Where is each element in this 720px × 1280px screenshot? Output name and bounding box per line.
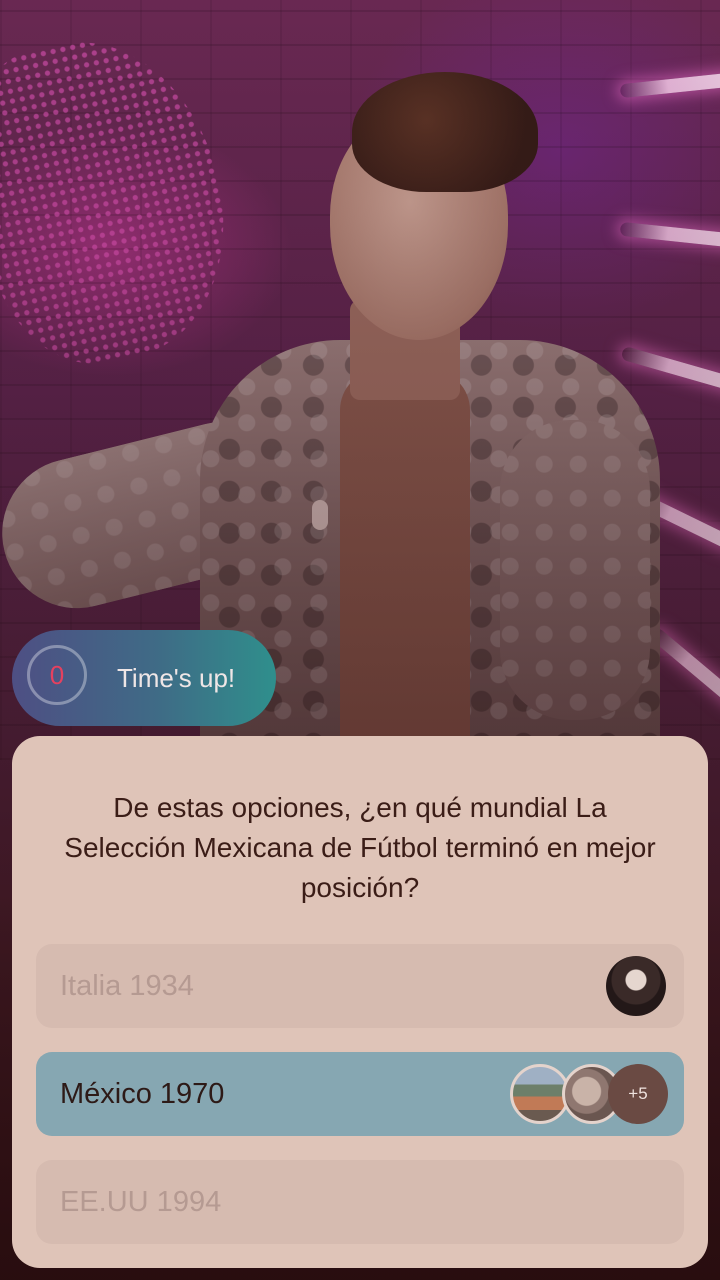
countdown-number: 0 (49, 659, 65, 690)
answer-option-label: EE.UU 1994 (60, 1186, 222, 1218)
timer-pill: 0 Time's up! (12, 630, 276, 726)
answer-option-label: México 1970 (60, 1078, 225, 1110)
voter-avatar (510, 1064, 570, 1124)
live-video-screen: 0 Time's up! De estas opciones, ¿en qué … (0, 0, 720, 1280)
answer-option[interactable]: EE.UU 1994 (36, 1160, 684, 1244)
answer-option[interactable]: Italia 1934 (36, 944, 684, 1028)
question-text: De estas opciones, ¿en qué mundial La Se… (64, 792, 656, 903)
timer-status-text: Time's up! (117, 663, 236, 693)
trivia-card: De estas opciones, ¿en qué mundial La Se… (12, 736, 708, 1268)
answer-option-label: Italia 1934 (60, 970, 194, 1002)
countdown-ring: 0 (27, 645, 87, 705)
answer-option-correct[interactable]: México 1970 +5 (36, 1052, 684, 1136)
voter-avatar (606, 956, 666, 1016)
more-voters-badge: +5 (608, 1064, 668, 1124)
